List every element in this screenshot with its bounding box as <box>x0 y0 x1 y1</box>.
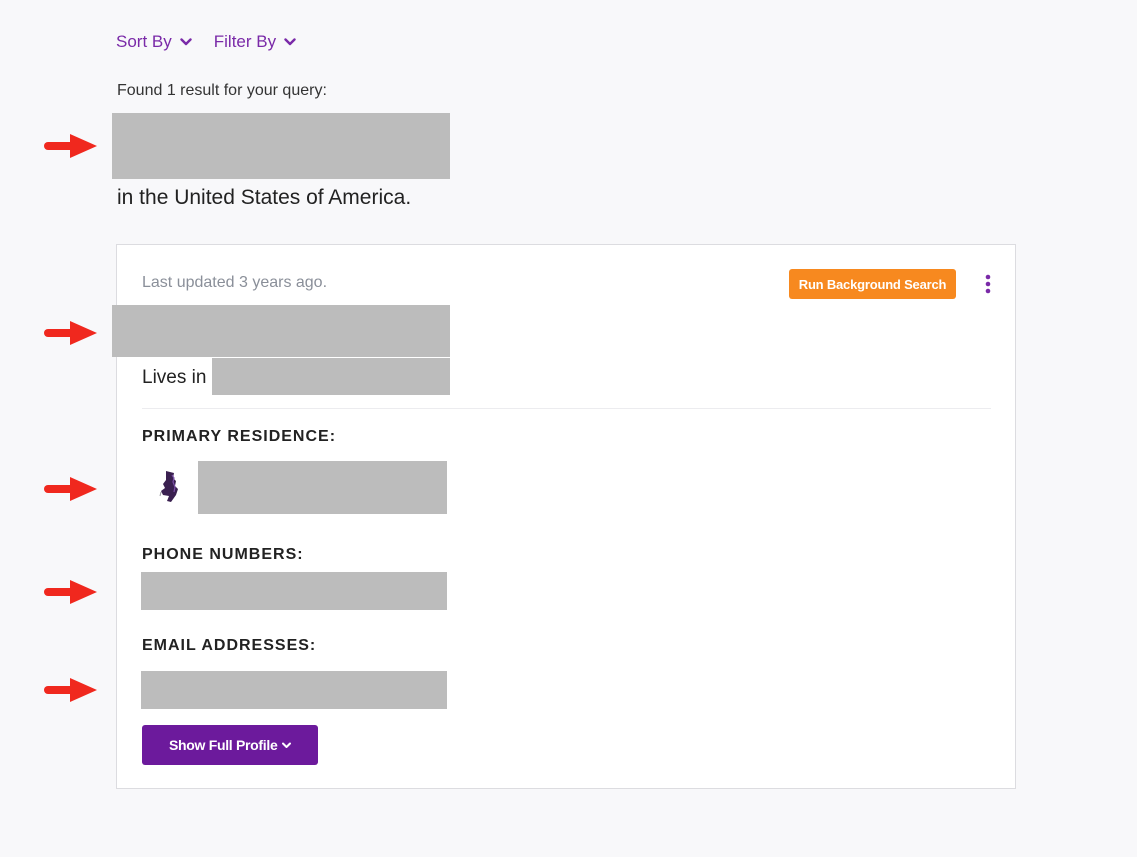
email-addresses-heading: EMAIL ADDRESSES: <box>142 637 317 654</box>
filter-by-label: Filter By <box>213 32 277 51</box>
redacted-address <box>198 461 447 514</box>
redacted-phone-numbers <box>141 572 447 610</box>
filter-by-dropdown[interactable]: Filter By <box>214 32 296 52</box>
chevron-down-icon <box>284 38 296 46</box>
state-map-icon <box>159 471 178 502</box>
lives-in-label: Lives in <box>142 367 207 388</box>
redacted-city <box>212 358 450 395</box>
chevron-down-icon <box>282 742 292 748</box>
sort-by-dropdown[interactable]: Sort By <box>116 32 192 52</box>
redacted-email-addresses <box>141 671 447 709</box>
kebab-menu-icon[interactable] <box>983 273 993 295</box>
phone-numbers-heading: PHONE NUMBERS: <box>142 546 304 563</box>
chevron-down-icon <box>180 38 192 46</box>
results-toolbar: Sort By Filter By <box>116 32 296 52</box>
red-arrow-icon <box>44 580 97 604</box>
card-divider <box>142 408 991 409</box>
red-arrow-icon <box>44 134 97 158</box>
show-full-profile-label: Show Full Profile <box>168 737 278 753</box>
red-arrow-icon <box>44 321 97 345</box>
redacted-query-name <box>112 113 450 179</box>
red-arrow-icon <box>44 678 97 702</box>
primary-residence-heading: PRIMARY RESIDENCE: <box>142 428 337 445</box>
show-full-profile-button[interactable]: Show Full Profile <box>142 725 318 765</box>
last-updated-text: Last updated 3 years ago. <box>142 274 328 291</box>
sort-by-label: Sort By <box>116 32 172 51</box>
red-arrow-icon <box>44 477 97 501</box>
run-background-search-button[interactable]: Run Background Search <box>789 269 956 299</box>
results-location-text: in the United States of America. <box>117 186 412 209</box>
results-count-text: Found 1 result for your query: <box>117 82 327 99</box>
redacted-person-name <box>112 305 450 357</box>
